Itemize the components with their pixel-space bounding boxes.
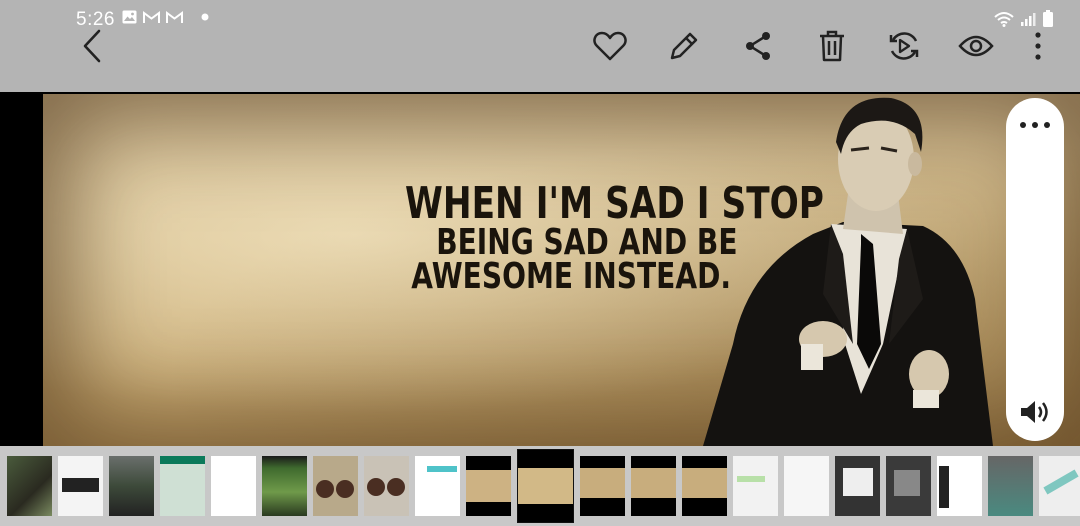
- back-button[interactable]: [72, 26, 112, 66]
- thumbnail[interactable]: [109, 456, 154, 516]
- thumbnail[interactable]: [784, 456, 829, 516]
- image-quote: WHEN I'M SAD I STOP BEING SAD AND BE AWE…: [405, 178, 824, 297]
- system-icons: [994, 10, 1054, 27]
- delete-button[interactable]: [812, 26, 852, 66]
- thumbnail[interactable]: [937, 456, 982, 516]
- thumbnail[interactable]: [580, 456, 625, 516]
- thumbnail[interactable]: [415, 456, 460, 516]
- thumbnail[interactable]: [211, 456, 256, 516]
- video-side-panel: [1006, 98, 1064, 441]
- main-image[interactable]: WHEN I'M SAD I STOP BEING SAD AND BE AWE…: [43, 94, 1080, 446]
- more-vert-icon: [1034, 31, 1042, 61]
- delete-icon: [818, 29, 846, 63]
- rotate-play-button[interactable]: [884, 26, 924, 66]
- thumbnail[interactable]: [466, 456, 511, 516]
- edit-button[interactable]: [664, 26, 704, 66]
- man-in-suit-figure: [703, 97, 993, 446]
- thumbnail[interactable]: [313, 456, 358, 516]
- share-button[interactable]: [738, 26, 778, 66]
- notification-icons: [122, 10, 209, 24]
- eye-icon: [958, 34, 994, 58]
- heart-icon: [593, 31, 627, 61]
- thumbnail[interactable]: [631, 456, 676, 516]
- wifi-icon: [994, 11, 1014, 27]
- thumbnail[interactable]: [1039, 456, 1080, 516]
- more-horiz-icon: [1019, 121, 1051, 129]
- thumbnail[interactable]: [364, 456, 409, 516]
- thumbnail[interactable]: [682, 456, 727, 516]
- quote-line-1: WHEN I'M SAD I STOP: [405, 178, 824, 229]
- edit-icon: [668, 30, 700, 62]
- quote-line-3: AWESOME INSTEAD.: [411, 256, 732, 297]
- thumbnail[interactable]: [733, 456, 778, 516]
- thumbnail[interactable]: [988, 456, 1033, 516]
- thumbnail[interactable]: [58, 456, 103, 516]
- gmail-icon: [143, 10, 160, 24]
- gallery-icon: [122, 10, 137, 24]
- dot-icon: [201, 13, 209, 21]
- battery-icon: [1042, 10, 1054, 27]
- thumbnail-selected[interactable]: [517, 449, 574, 523]
- gallery-viewer: 5:26 WHEN I'M SAD I STOP BEING SAD AND B…: [0, 0, 1080, 526]
- rotate-icon: [887, 29, 921, 63]
- thumbnail[interactable]: [886, 456, 931, 516]
- sound-button[interactable]: [1006, 394, 1064, 430]
- thumbnail[interactable]: [262, 456, 307, 516]
- favorite-button[interactable]: [590, 26, 630, 66]
- filmstrip: [0, 446, 1080, 526]
- quote-line-2: BEING SAD AND BE: [436, 222, 738, 263]
- panel-more-button[interactable]: [1006, 110, 1064, 140]
- volume-icon: [1019, 398, 1051, 426]
- gmail-icon: [166, 10, 183, 24]
- thumbnail[interactable]: [835, 456, 880, 516]
- overflow-menu-button[interactable]: [1018, 26, 1058, 66]
- thumbnail[interactable]: [7, 456, 52, 516]
- view-button[interactable]: [956, 26, 996, 66]
- share-icon: [743, 30, 773, 62]
- top-toolbar: 5:26: [0, 0, 1080, 92]
- signal-icon: [1020, 11, 1036, 27]
- back-icon: [81, 29, 103, 63]
- thumbnail[interactable]: [160, 456, 205, 516]
